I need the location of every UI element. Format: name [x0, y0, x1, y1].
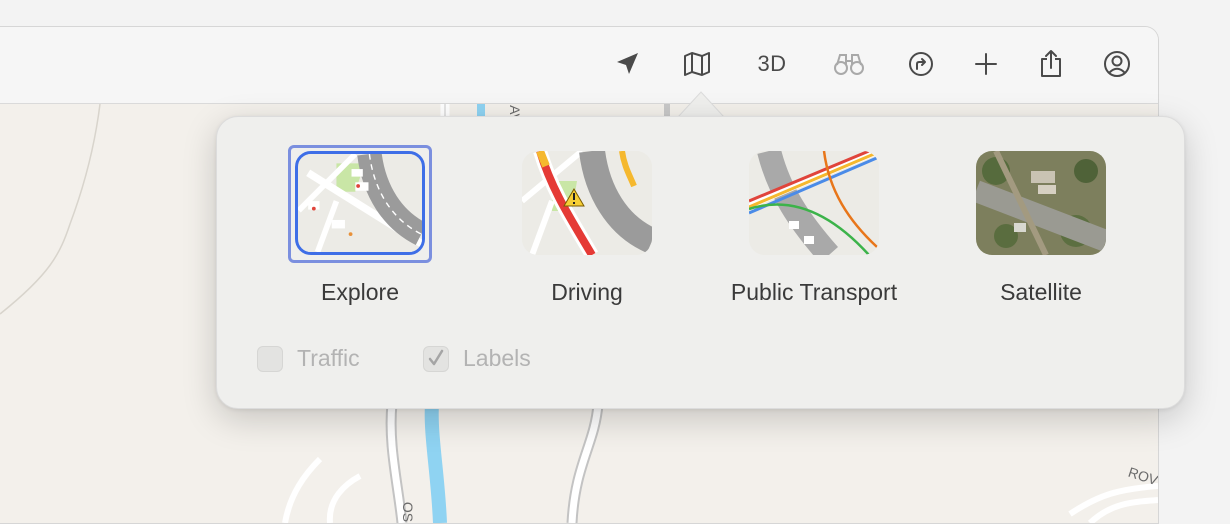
location-arrow-icon[interactable]: [609, 47, 645, 81]
traffic-checkbox[interactable]: [257, 345, 283, 372]
checkmark-icon: [428, 349, 444, 365]
mode-label: Driving: [551, 279, 623, 305]
account-icon[interactable]: [1099, 47, 1135, 81]
map-icon[interactable]: [679, 47, 715, 81]
mode-explore[interactable]: Explore: [260, 145, 460, 306]
satellite-thumbnail: [976, 151, 1106, 255]
directions-icon[interactable]: [903, 47, 939, 81]
explore-thumbnail: [295, 151, 425, 255]
popover-arrow: [678, 91, 724, 118]
mode-driving[interactable]: Driving: [487, 151, 687, 306]
labels-checkbox[interactable]: [423, 345, 449, 372]
map-label-road: OS: [400, 501, 417, 523]
three-d-button[interactable]: 3D: [748, 47, 796, 81]
traffic-option[interactable]: Traffic: [257, 345, 360, 372]
labels-label: Labels: [463, 345, 531, 371]
share-icon[interactable]: [1033, 47, 1069, 81]
map-mode-popover: Explore Driving Public Transport Satelli…: [216, 116, 1185, 409]
mode-label: Explore: [321, 279, 399, 305]
mode-public-transport[interactable]: Public Transport: [714, 151, 914, 306]
binoculars-icon[interactable]: [831, 47, 867, 81]
toolbar: 3D: [0, 27, 1158, 104]
labels-option[interactable]: Labels: [423, 345, 531, 372]
mode-label: Satellite: [1000, 279, 1082, 305]
mode-label: Public Transport: [730, 279, 898, 305]
driving-thumbnail: [522, 151, 652, 255]
mode-satellite[interactable]: Satellite: [941, 151, 1141, 306]
traffic-label: Traffic: [297, 345, 360, 371]
public-transport-thumbnail: [749, 151, 879, 255]
plus-icon[interactable]: [968, 47, 1004, 81]
